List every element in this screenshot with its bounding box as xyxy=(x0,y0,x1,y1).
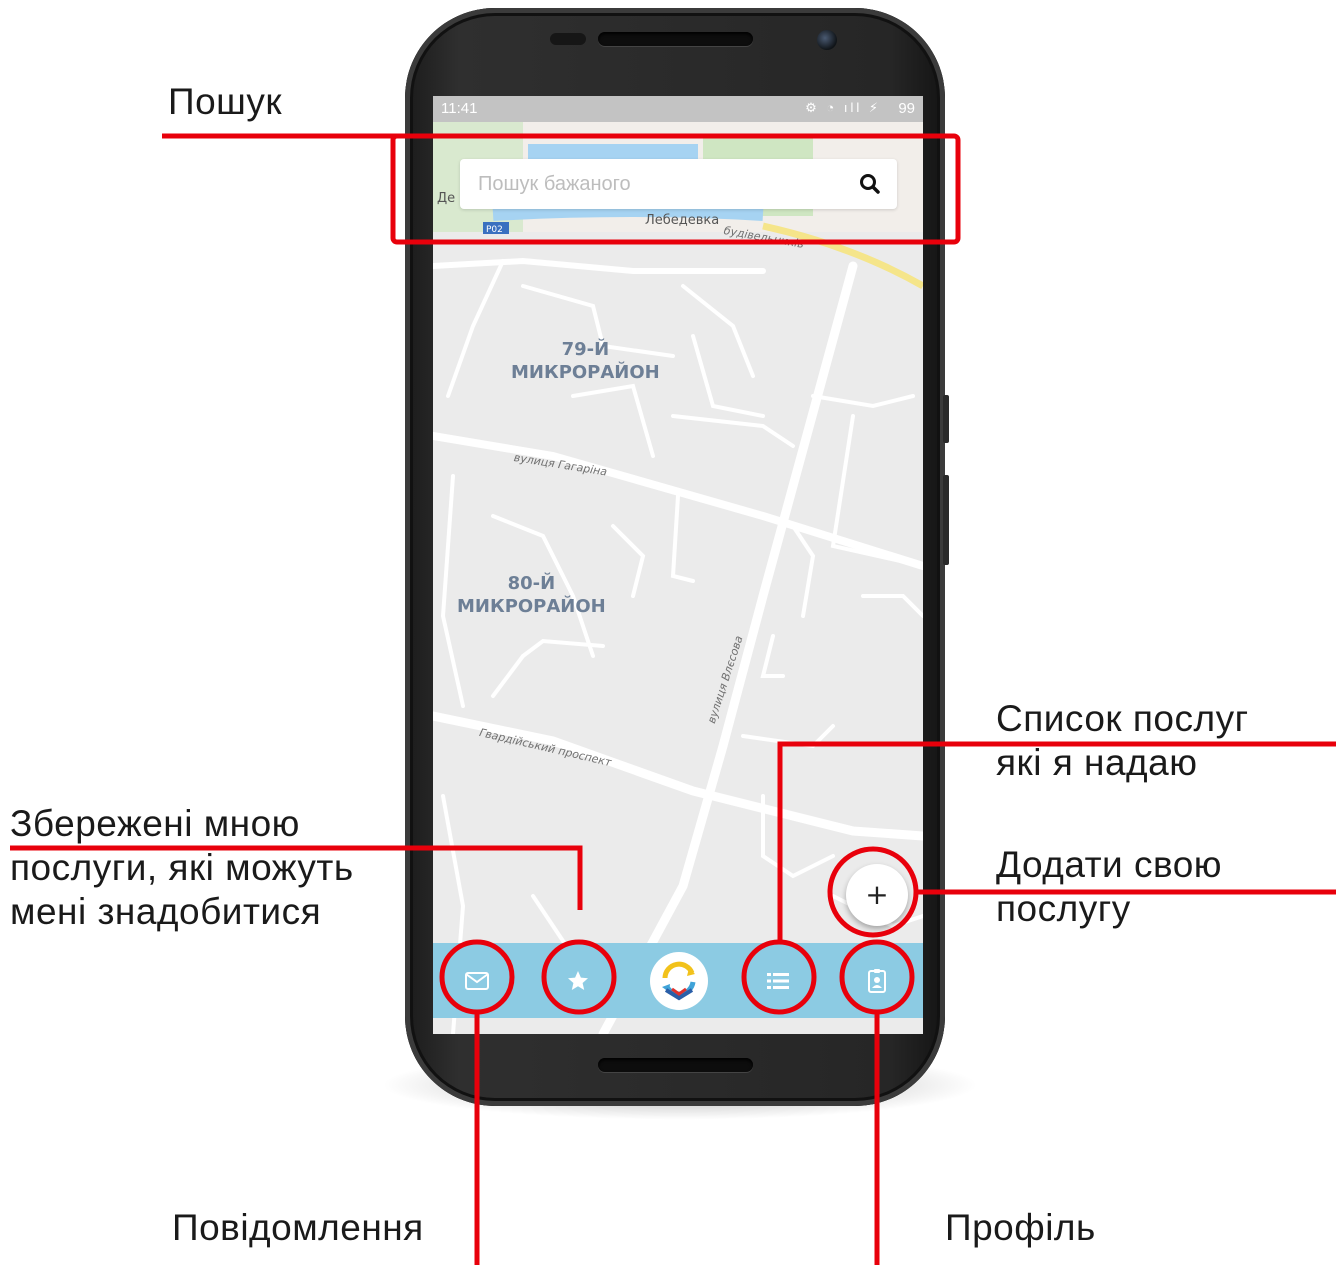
my-services-callout-line1: Список послуг xyxy=(996,698,1249,739)
envelope-icon xyxy=(465,972,489,990)
list-icon xyxy=(767,973,789,989)
proximity-sensor xyxy=(550,33,586,45)
phone-screen: P02 Лебедевка Де вулиця Гагаріна вулиця … xyxy=(433,96,923,1034)
plus-icon: + xyxy=(865,878,889,911)
my-services-callout-line2: які я надаю xyxy=(996,742,1198,783)
tab-my-services[interactable] xyxy=(753,956,803,1006)
road-badge-text: P02 xyxy=(486,225,503,235)
status-bar: 11:41 ⚙ ◔ ıll ⚡ 99 xyxy=(433,96,923,122)
profile-callout-label: Профіль xyxy=(945,1207,1096,1248)
saved-callout-label: Збережені мною послуги, які можуть мені … xyxy=(10,802,354,934)
add-service-callout-line1: Додати свою xyxy=(996,844,1223,885)
search-icon[interactable] xyxy=(857,171,883,197)
tab-profile[interactable] xyxy=(852,956,902,1006)
app-logo-icon xyxy=(662,961,696,1001)
earpiece-speaker xyxy=(598,32,753,46)
district-80-name: МИКРОРАЙОН xyxy=(457,596,606,617)
star-icon xyxy=(568,971,588,990)
search-bar[interactable] xyxy=(460,159,897,209)
bottom-tab-bar xyxy=(433,943,923,1018)
power-button xyxy=(943,475,949,565)
water-channel xyxy=(492,203,764,221)
tab-saved[interactable] xyxy=(553,956,603,1006)
bottom-speaker xyxy=(598,1058,753,1072)
contact-card-icon xyxy=(868,969,886,993)
tab-messages[interactable] xyxy=(452,956,502,1006)
add-service-button[interactable]: + xyxy=(846,864,908,926)
saved-callout-line2: послуги, які можуть xyxy=(10,847,354,888)
battery-level: 99 xyxy=(898,100,915,117)
front-camera xyxy=(817,30,837,50)
volume-button xyxy=(943,395,949,443)
district-80-number: 80-Й xyxy=(507,573,556,594)
tab-home[interactable] xyxy=(650,952,708,1010)
saved-callout-line1: Збережені мною xyxy=(10,803,300,844)
my-services-callout-label: Список послуг які я надаю xyxy=(996,697,1249,785)
status-time: 11:41 xyxy=(441,100,478,117)
status-icons: ⚙ ◔ ıll ⚡ xyxy=(805,100,881,115)
district-79-name: МИКРОРАЙОН xyxy=(511,362,660,383)
add-service-callout-label: Додати свою послугу xyxy=(996,843,1222,931)
add-service-callout-line2: послугу xyxy=(996,888,1131,929)
search-callout-label: Пошук xyxy=(168,81,283,122)
saved-callout-line3: мені знадобитися xyxy=(10,891,322,932)
messages-callout-label: Повідомлення xyxy=(172,1207,424,1248)
search-input[interactable] xyxy=(478,171,838,197)
lebedevka-label: Лебедевка xyxy=(645,213,719,228)
de-label: Де xyxy=(437,191,455,206)
district-79-number: 79-Й xyxy=(561,339,610,360)
district-79-label: 79-Й МИКРОРАЙОН xyxy=(511,338,660,384)
district-80-label: 80-Й МИКРОРАЙОН xyxy=(457,572,606,618)
